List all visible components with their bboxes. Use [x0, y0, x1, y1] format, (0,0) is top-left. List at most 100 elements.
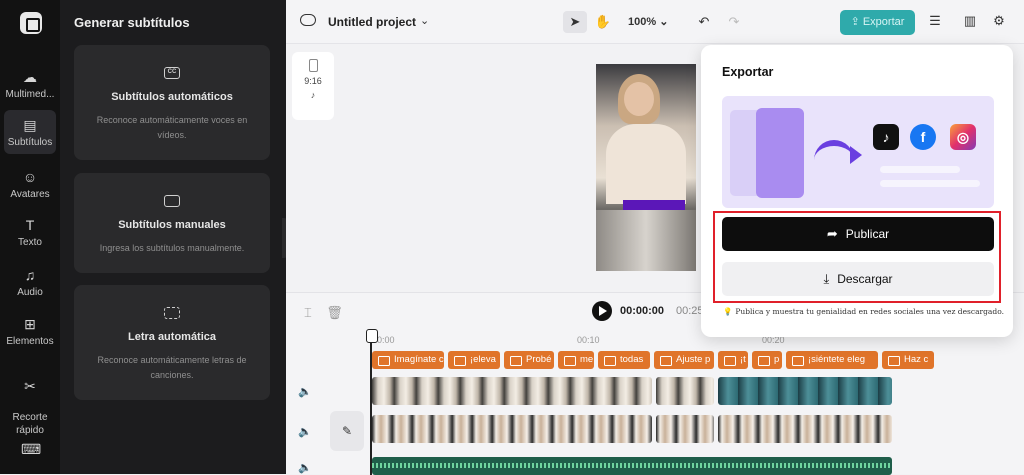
ruler-tick: 00:10: [577, 335, 600, 345]
instagram-icon: ◎: [950, 124, 976, 150]
cloud-upload-icon: ☁: [23, 69, 37, 85]
rail-item-label: Subtítulos: [7, 137, 53, 148]
current-time: 00:00:00: [620, 305, 665, 317]
subtitle-clip[interactable]: me: [558, 351, 594, 369]
settings-icon[interactable]: ⚙: [990, 12, 1008, 30]
subtitle-clip[interactable]: p: [752, 351, 782, 369]
keyboard-icon: ⌨: [21, 441, 42, 457]
track-volume-icon[interactable]: 🔈: [298, 425, 312, 438]
video-clip[interactable]: [718, 415, 892, 443]
rail-item-label: Audio: [17, 287, 43, 298]
subtitles-icon: ▤: [23, 117, 37, 133]
rail-item-label: Multimed...: [5, 89, 55, 100]
cc-icon: CC: [164, 67, 180, 79]
select-tool-icon[interactable]: ➤: [563, 11, 587, 33]
rail-item-label: Texto: [18, 237, 42, 248]
modal-title: Exportar: [722, 65, 774, 79]
arrow-icon: [814, 140, 862, 164]
zoom-level[interactable]: 100% ⌄: [628, 15, 668, 28]
rail-item-label: Recorte rápido: [12, 412, 48, 436]
video-clip[interactable]: [372, 415, 652, 443]
subtitle-clip[interactable]: Imagínate c: [372, 351, 444, 369]
auto-lyrics-card[interactable]: Letra automática Reconoce automáticament…: [74, 285, 270, 400]
undo-icon[interactable]: ↶: [692, 11, 716, 33]
rail-item-text[interactable]: T Texto: [4, 216, 56, 248]
card-description: Reconoce automáticamente letras de canci…: [97, 355, 247, 380]
subtitle-clip[interactable]: Probé: [504, 351, 554, 369]
card-title: Subtítulos manuales: [118, 219, 226, 231]
publish-button[interactable]: ➦ Publicar: [722, 217, 994, 251]
banner-line: [880, 180, 980, 187]
project-name[interactable]: Untitled project: [328, 15, 416, 29]
quick-cut-icon: ✂: [24, 378, 36, 394]
tip-text: Publica y muestra tu genialidad en redes…: [735, 307, 1004, 316]
banner-card: [756, 108, 804, 198]
track-volume-icon[interactable]: 🔈: [298, 385, 312, 398]
audio-clip[interactable]: [372, 457, 892, 475]
download-icon: ⤓: [823, 271, 830, 286]
manual-subtitles-card[interactable]: Subtítulos manuales Ingresa los subtítul…: [74, 173, 270, 273]
subtitle-overlay-bar: [623, 200, 685, 210]
subtitle-clip[interactable]: Haz c: [882, 351, 934, 369]
layout-icon[interactable]: ▥: [961, 12, 979, 30]
banner-line: [880, 166, 960, 173]
video-clip[interactable]: [656, 415, 714, 443]
rail-item-media[interactable]: ☁ Multimed...: [4, 68, 56, 100]
tiktok-icon: ♪: [873, 124, 899, 150]
rail-item-elements[interactable]: ⊞ Elementos: [4, 315, 56, 347]
subtitles-panel: Generar subtítulos CC Subtítulos automát…: [60, 0, 286, 474]
aspect-ratio-selector[interactable]: 9:16 ♪: [292, 52, 334, 120]
chevron-down-icon[interactable]: ⌄: [420, 14, 429, 27]
rail-item-label: Avatares: [10, 189, 50, 200]
subtitle-clip[interactable]: ¡eleva: [448, 351, 500, 369]
export-banner: ♪ f ◎: [722, 96, 994, 208]
track-volume-icon[interactable]: 🔈: [298, 461, 312, 474]
publish-label: Publicar: [845, 227, 890, 241]
scan-lyrics-icon: [164, 307, 180, 319]
card-title: Letra automática: [127, 331, 217, 343]
subtitle-clip[interactable]: ¡siéntete eleg: [786, 351, 878, 369]
panel-title: Generar subtítulos: [74, 15, 190, 30]
split-icon[interactable]: ⌶ 🗑: [304, 305, 343, 321]
rail-item-avatars[interactable]: ☺ Avatares: [4, 168, 56, 200]
rail-item-subtitles[interactable]: ▤ Subtítulos: [4, 110, 56, 154]
end-time: 00:25: [676, 305, 704, 317]
export-modal: Exportar ♪ f ◎ ➦ Publicar ⤓ Descargar 💡 Pub…: [701, 45, 1013, 337]
card-title: Subtítulos automáticos: [111, 91, 233, 103]
rail-item-quick-cut[interactable]: ✂ Recorte rápido: [4, 364, 56, 437]
export-button[interactable]: ⇪ Exportar: [840, 10, 915, 35]
top-bar: Untitled project ⌄ ➤ ✋ 100% ⌄ ↶ ↷ ⇪ Expo…: [286, 0, 1024, 44]
tiktok-icon: ♪: [310, 90, 316, 100]
rail-item-label: Elementos: [6, 336, 54, 347]
text-icon: T: [25, 217, 35, 233]
video-clip[interactable]: [372, 377, 652, 405]
auto-subtitles-card[interactable]: CC Subtítulos automáticos Reconoce autom…: [74, 45, 270, 160]
share-icon: ➦: [826, 226, 838, 241]
export-tip: 💡 Publica y muestra tu genialidad en rede…: [723, 307, 1004, 316]
redo-icon[interactable]: ↷: [722, 11, 746, 33]
timeline-ruler[interactable]: 00:00 00:10 00:20: [372, 335, 1024, 349]
keyboard-icon: [164, 195, 180, 207]
download-button[interactable]: ⤓ Descargar: [722, 262, 994, 296]
subtitle-clip[interactable]: todas: [598, 351, 650, 369]
playhead[interactable]: [366, 329, 378, 475]
preview-person-shirt: [606, 124, 686, 204]
export-label: Exportar: [862, 16, 905, 28]
app-logo-icon[interactable]: [20, 12, 42, 34]
music-icon: ♫: [24, 267, 36, 283]
rail-item-audio[interactable]: ♫ Audio: [4, 266, 56, 298]
subtitle-clip[interactable]: ¡t: [718, 351, 748, 369]
card-description: Reconoce automáticamente voces en vídeos…: [96, 115, 248, 140]
zoom-value: 100%: [628, 16, 657, 28]
rail-item-shortcuts[interactable]: ⌨: [4, 440, 56, 461]
play-button[interactable]: [592, 301, 612, 321]
video-clip[interactable]: [656, 377, 714, 405]
left-rail: ☁ Multimed... ▤ Subtítulos ☺ Avatares T …: [0, 0, 60, 474]
preview-lower-scene: [596, 210, 696, 271]
layers-icon[interactable]: ☰: [926, 12, 944, 30]
video-clip[interactable]: [718, 377, 892, 405]
video-preview[interactable]: [596, 64, 696, 271]
hand-tool-icon[interactable]: ✋: [591, 11, 615, 33]
edit-track-icon[interactable]: ✎: [330, 411, 364, 451]
subtitle-clip[interactable]: Ajuste p: [654, 351, 714, 369]
